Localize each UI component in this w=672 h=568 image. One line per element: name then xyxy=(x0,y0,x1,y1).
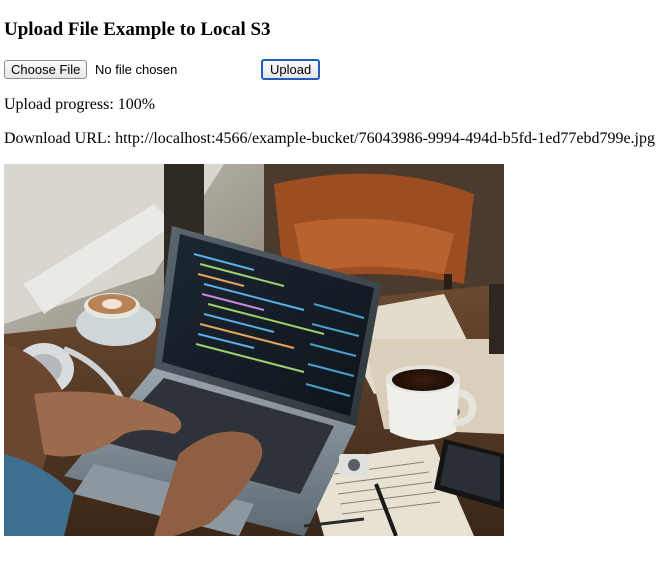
upload-form: Choose File No file chosen Upload xyxy=(4,59,404,80)
page-title: Upload File Example to Local S3 xyxy=(4,19,271,40)
file-status-text: No file chosen xyxy=(95,62,178,77)
uploaded-image xyxy=(4,164,504,536)
page-container: Upload File Example to Local S3 Choose F… xyxy=(4,0,672,568)
choose-file-button[interactable]: Choose File xyxy=(4,60,88,79)
upload-progress-text: Upload progress: 100% xyxy=(4,96,156,113)
upload-button[interactable]: Upload xyxy=(261,59,321,80)
download-url-text: Download URL: http://localhost:4566/exam… xyxy=(4,130,655,147)
